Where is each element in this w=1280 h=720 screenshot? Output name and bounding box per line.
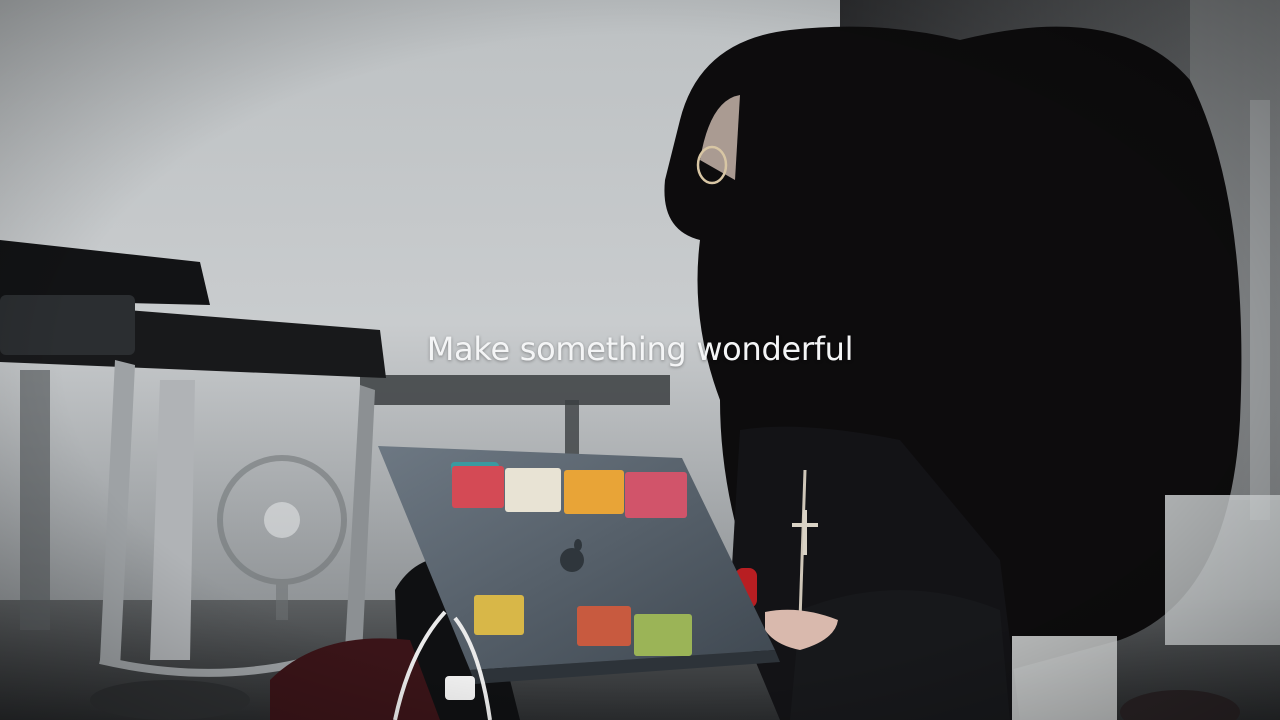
video-caption: Make something wonderful xyxy=(426,330,854,368)
video-frame: Make something wonderful xyxy=(0,0,1280,720)
